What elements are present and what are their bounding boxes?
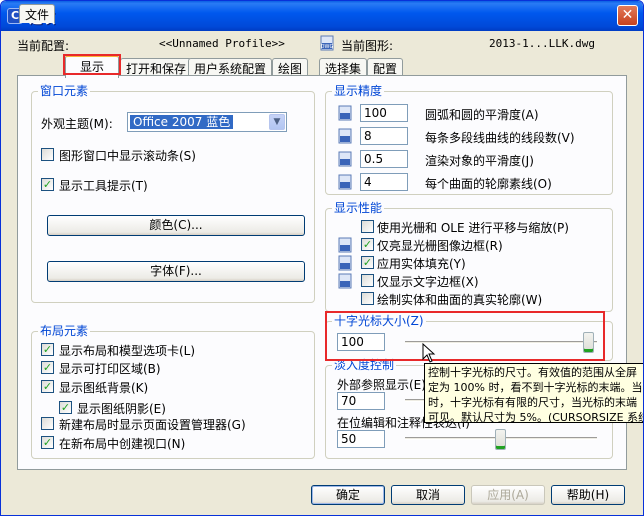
tooltip-line: 时，十字光标有有限的尺寸，当光标的末端 xyxy=(428,396,637,409)
tooltip-line: 控制十字光标的尺寸。有效值的范围从全屏 xyxy=(428,366,637,379)
polyline-segments-label: 每条多段线曲线的线段数(V) xyxy=(425,131,575,145)
fonts-button[interactable]: 字体(F)... xyxy=(47,261,305,282)
apply-button[interactable]: 应用(A) xyxy=(471,485,545,505)
close-icon: ✕ xyxy=(621,7,634,23)
dwg-file-icon xyxy=(338,273,352,289)
current-config-label: 当前配置: xyxy=(17,39,70,53)
show-scrollbars-label: 图形窗口中显示滚动条(S) xyxy=(59,149,196,163)
layout-elements-title: 布局元素 xyxy=(38,324,91,338)
dwg-file-icon xyxy=(338,255,352,271)
fade-control-title: 淡入度控制 xyxy=(332,358,397,372)
create-viewport-checkbox[interactable] xyxy=(41,436,54,449)
dwg-file-icon xyxy=(338,128,352,144)
tooltip-line: 定为 100% 时，看不到十字光标的末端。当 xyxy=(428,381,643,394)
dwg-file-icon: DWG xyxy=(320,35,334,51)
crosshair-tooltip: 控制十字光标的尺寸。有效值的范围从全屏 定为 100% 时，看不到十字光标的末端… xyxy=(424,363,644,423)
options-dialog: C 选项 ✕ 当前配置: <<Unnamed Profile>> DWG 当前图… xyxy=(0,0,644,516)
rendered-smoothness-label: 渲染对象的平滑度(J) xyxy=(425,154,534,168)
current-drawing-label: 当前图形: xyxy=(341,39,394,53)
svg-text:DWG: DWG xyxy=(321,44,334,50)
mouse-cursor-icon xyxy=(422,343,436,363)
show-page-setup-manager-checkbox[interactable] xyxy=(41,417,54,430)
inplace-fade-input[interactable]: 50 xyxy=(337,430,385,448)
dwg-file-icon xyxy=(338,105,352,121)
tab-display[interactable]: 显示 xyxy=(65,55,119,78)
arc-smoothness-label: 圆弧和圆的平滑度(A) xyxy=(425,108,539,122)
create-viewport-label: 在新布局中创建视口(N) xyxy=(59,437,186,451)
arc-smoothness-input[interactable]: 100 xyxy=(360,104,408,122)
title-bar[interactable]: C 选项 ✕ xyxy=(1,1,643,31)
show-paper-shadow-label: 显示图纸阴影(E) xyxy=(77,402,166,416)
show-printable-area-checkbox[interactable] xyxy=(41,361,54,374)
display-resolution-title: 显示精度 xyxy=(332,84,385,98)
solid-fill-checkbox[interactable] xyxy=(361,256,374,269)
show-page-setup-manager-label: 新建布局时显示页面设置管理器(G) xyxy=(59,418,246,432)
show-paper-shadow-checkbox[interactable] xyxy=(59,401,72,414)
show-tooltips-label: 显示工具提示(T) xyxy=(59,179,148,193)
show-layout-tabs-label: 显示布局和模型选项卡(L) xyxy=(59,344,196,358)
show-layout-tabs-checkbox[interactable] xyxy=(41,343,54,356)
show-scrollbars-checkbox[interactable] xyxy=(41,148,54,161)
show-paper-background-checkbox[interactable] xyxy=(41,380,54,393)
close-button[interactable]: ✕ xyxy=(617,5,638,26)
current-config-value: <<Unnamed Profile>> xyxy=(159,37,285,50)
crosshair-slider-thumb[interactable] xyxy=(583,332,595,353)
help-button[interactable]: 帮助(H) xyxy=(551,485,625,505)
highlight-raster-frame-checkbox[interactable] xyxy=(361,238,374,251)
contour-lines-input[interactable]: 4 xyxy=(360,173,408,191)
raster-ole-pan-zoom-checkbox[interactable] xyxy=(361,220,374,233)
rendered-smoothness-input[interactable]: 0.5 xyxy=(360,150,408,168)
chevron-down-icon[interactable]: ▼ xyxy=(269,114,285,130)
raster-ole-pan-zoom-label: 使用光栅和 OLE 进行平移与缩放(P) xyxy=(377,221,569,235)
text-boundary-label: 仅显示文字边框(X) xyxy=(377,275,479,289)
crosshair-size-title: 十字光标大小(Z) xyxy=(332,314,426,328)
inplace-fade-slider-thumb[interactable] xyxy=(495,429,506,450)
xref-fade-input[interactable]: 70 xyxy=(337,392,385,410)
solid-fill-label: 应用实体填充(Y) xyxy=(377,257,466,271)
dwg-file-icon xyxy=(338,151,352,167)
show-printable-area-label: 显示可打印区域(B) xyxy=(59,362,161,376)
theme-select[interactable]: Office 2007 蓝色 ▼ xyxy=(127,112,287,132)
tooltip-line: 可见。默认尺寸为 5%。(CURSORSIZE 系统 xyxy=(428,411,644,423)
highlight-raster-frame-label: 仅亮显光栅图像边框(R) xyxy=(377,239,503,253)
show-tooltips-checkbox[interactable] xyxy=(41,178,54,191)
ok-button[interactable]: 确定 xyxy=(311,485,385,505)
colors-button[interactable]: 颜色(C)... xyxy=(47,215,305,236)
theme-selected-value: Office 2007 蓝色 xyxy=(130,115,234,129)
contour-lines-label: 每个曲面的轮廓素线(O) xyxy=(425,177,552,191)
true-silhouettes-label: 绘制实体和曲面的真实轮廓(W) xyxy=(377,293,543,307)
dwg-file-icon xyxy=(338,174,352,190)
theme-label: 外观主题(M): xyxy=(41,117,113,131)
dwg-file-icon xyxy=(338,237,352,253)
true-silhouettes-checkbox[interactable] xyxy=(361,292,374,305)
polyline-segments-input[interactable]: 8 xyxy=(360,127,408,145)
text-boundary-checkbox[interactable] xyxy=(361,274,374,287)
cancel-button[interactable]: 取消 xyxy=(391,485,465,505)
tab-files[interactable]: 文件 xyxy=(19,4,56,23)
current-drawing-value: 2013-1...LLK.dwg xyxy=(489,37,595,50)
xref-fade-label: 外部参照显示(E) xyxy=(337,378,426,392)
window-elements-title: 窗口元素 xyxy=(38,84,91,98)
crosshair-size-input[interactable]: 100 xyxy=(337,333,385,351)
show-paper-background-label: 显示图纸背景(K) xyxy=(59,381,149,395)
display-performance-title: 显示性能 xyxy=(332,201,385,215)
